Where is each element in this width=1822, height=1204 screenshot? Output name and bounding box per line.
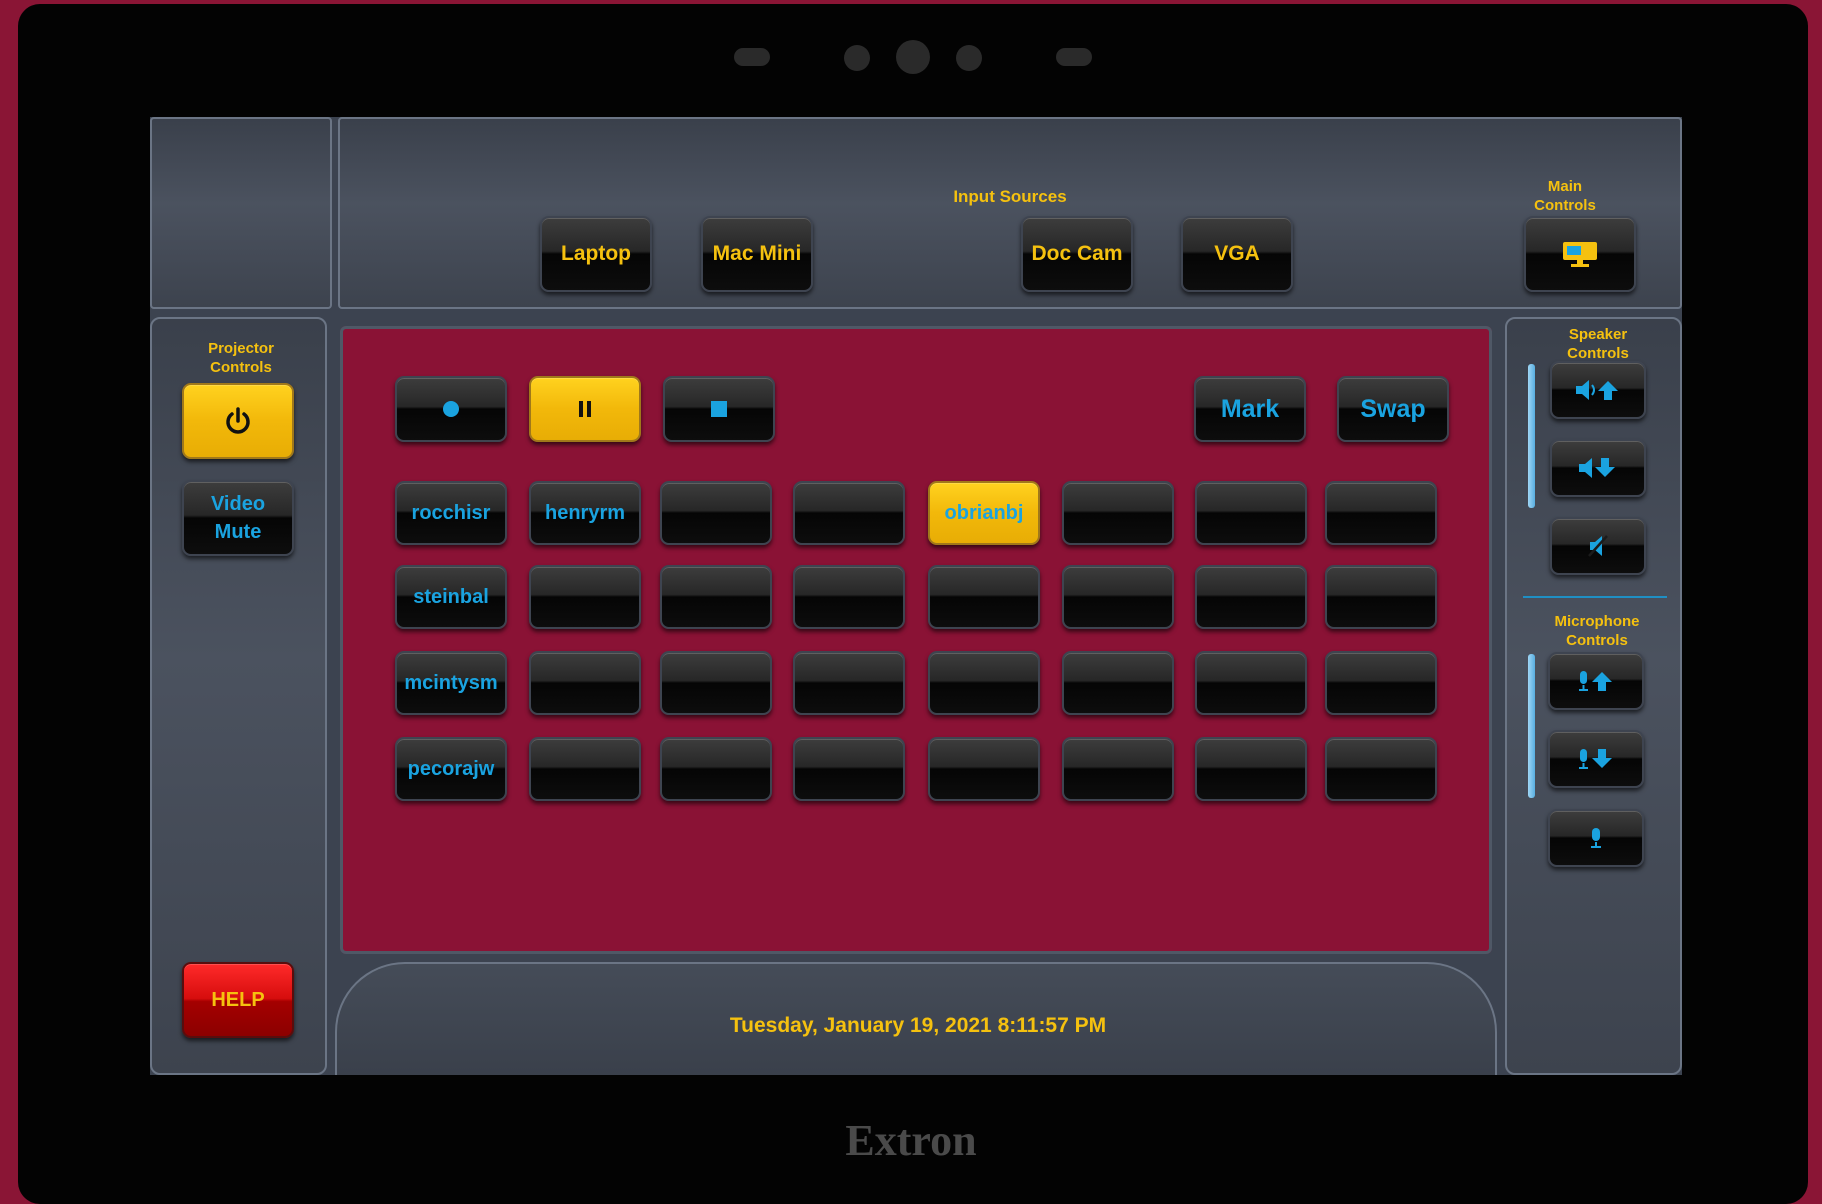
user-button[interactable] [660, 481, 772, 545]
user-button[interactable] [793, 651, 905, 715]
user-button[interactable] [1062, 651, 1174, 715]
microphone-controls-label: Microphone Controls [1554, 613, 1640, 649]
source-laptop-button[interactable]: Laptop [540, 216, 652, 292]
video-mute-line2: Mute [214, 521, 262, 543]
mic-down-button[interactable] [1548, 730, 1644, 788]
video-mute-line1: Video [210, 493, 266, 515]
main-content-area: Mark Swap rocchisr henryrm obrianbj stei… [340, 326, 1492, 954]
record-button[interactable] [395, 376, 507, 442]
mic-mute-icon [1588, 826, 1604, 850]
brand-logo: Extron [845, 1116, 977, 1165]
user-button[interactable] [1325, 651, 1437, 715]
volume-mute-icon [1586, 534, 1610, 558]
mic-mute-button[interactable] [1548, 809, 1644, 867]
source-vga-button[interactable]: VGA [1181, 216, 1293, 292]
user-button[interactable]: pecorajw [395, 737, 507, 801]
user-button[interactable] [793, 565, 905, 629]
sensor-dot-right [956, 45, 982, 71]
camera-lens [896, 40, 930, 74]
datetime-display: Tuesday, January 19, 2021 8:11:57 PM [729, 1014, 1107, 1037]
user-button[interactable] [1195, 737, 1307, 801]
projector-controls-label: Projector Controls [208, 340, 274, 376]
user-button[interactable] [928, 565, 1040, 629]
mic-down-icon [1576, 747, 1616, 771]
user-button[interactable] [1195, 651, 1307, 715]
record-icon [441, 399, 461, 419]
mic-up-button[interactable] [1548, 652, 1644, 710]
speaker-level-bar [1528, 364, 1535, 508]
user-button-selected[interactable]: obrianbj [928, 481, 1040, 545]
help-button[interactable]: HELP [182, 962, 294, 1038]
pause-icon [578, 400, 592, 418]
user-button[interactable]: henryrm [529, 481, 641, 545]
input-sources-label: Input Sources [953, 187, 1067, 206]
user-button[interactable] [1195, 565, 1307, 629]
user-button[interactable] [660, 651, 772, 715]
user-button[interactable] [928, 737, 1040, 801]
user-button[interactable] [793, 481, 905, 545]
user-button[interactable] [529, 565, 641, 629]
microphone-level-bar [1528, 654, 1535, 798]
user-button[interactable] [793, 737, 905, 801]
status-bar: Tuesday, January 19, 2021 8:11:57 PM [335, 962, 1497, 1075]
panel-divider [1523, 596, 1667, 598]
user-button[interactable] [529, 737, 641, 801]
sensor-dot-left [844, 45, 870, 71]
user-button[interactable] [1325, 737, 1437, 801]
stop-icon [710, 400, 728, 418]
swap-button[interactable]: Swap [1337, 376, 1449, 442]
input-sources-panel: Input Sources Main Controls Laptop Mac M… [338, 117, 1682, 309]
user-button[interactable] [928, 651, 1040, 715]
volume-up-button[interactable] [1550, 361, 1646, 419]
stop-button[interactable] [663, 376, 775, 442]
user-button[interactable] [1325, 481, 1437, 545]
user-button[interactable]: steinbal [395, 565, 507, 629]
touch-screen: Input Sources Main Controls Laptop Mac M… [150, 117, 1682, 1075]
user-button[interactable] [1062, 481, 1174, 545]
sensor-left [734, 48, 770, 66]
user-button[interactable] [660, 737, 772, 801]
user-button[interactable]: rocchisr [395, 481, 507, 545]
user-button[interactable] [660, 565, 772, 629]
right-control-panel: Speaker Controls Microphone Controls [1505, 317, 1682, 1075]
power-icon [223, 406, 253, 436]
main-controls-button[interactable] [1524, 216, 1636, 292]
volume-mute-button[interactable] [1550, 517, 1646, 575]
volume-down-button[interactable] [1550, 439, 1646, 497]
video-mute-button[interactable]: Video Mute [182, 480, 294, 556]
source-mac-mini-button[interactable]: Mac Mini [701, 216, 813, 292]
pause-button[interactable] [529, 376, 641, 442]
mic-up-icon [1576, 669, 1616, 693]
user-button[interactable] [529, 651, 641, 715]
speaker-controls-label: Speaker Controls [1567, 326, 1629, 362]
sensor-right [1056, 48, 1092, 66]
monitor-icon [1561, 240, 1599, 268]
volume-down-icon [1577, 456, 1619, 480]
projector-power-button[interactable] [182, 383, 294, 459]
user-button[interactable] [1195, 481, 1307, 545]
left-control-panel: Projector Controls Video Mute HELP [150, 317, 327, 1075]
source-doc-cam-button[interactable]: Doc Cam [1021, 216, 1133, 292]
volume-up-icon [1574, 378, 1622, 402]
user-button[interactable]: mcintysm [395, 651, 507, 715]
user-button[interactable] [1062, 737, 1174, 801]
user-button[interactable] [1062, 565, 1174, 629]
mark-button[interactable]: Mark [1194, 376, 1306, 442]
top-left-panel [150, 117, 332, 309]
main-controls-label: Main Controls [1534, 178, 1596, 214]
user-button[interactable] [1325, 565, 1437, 629]
